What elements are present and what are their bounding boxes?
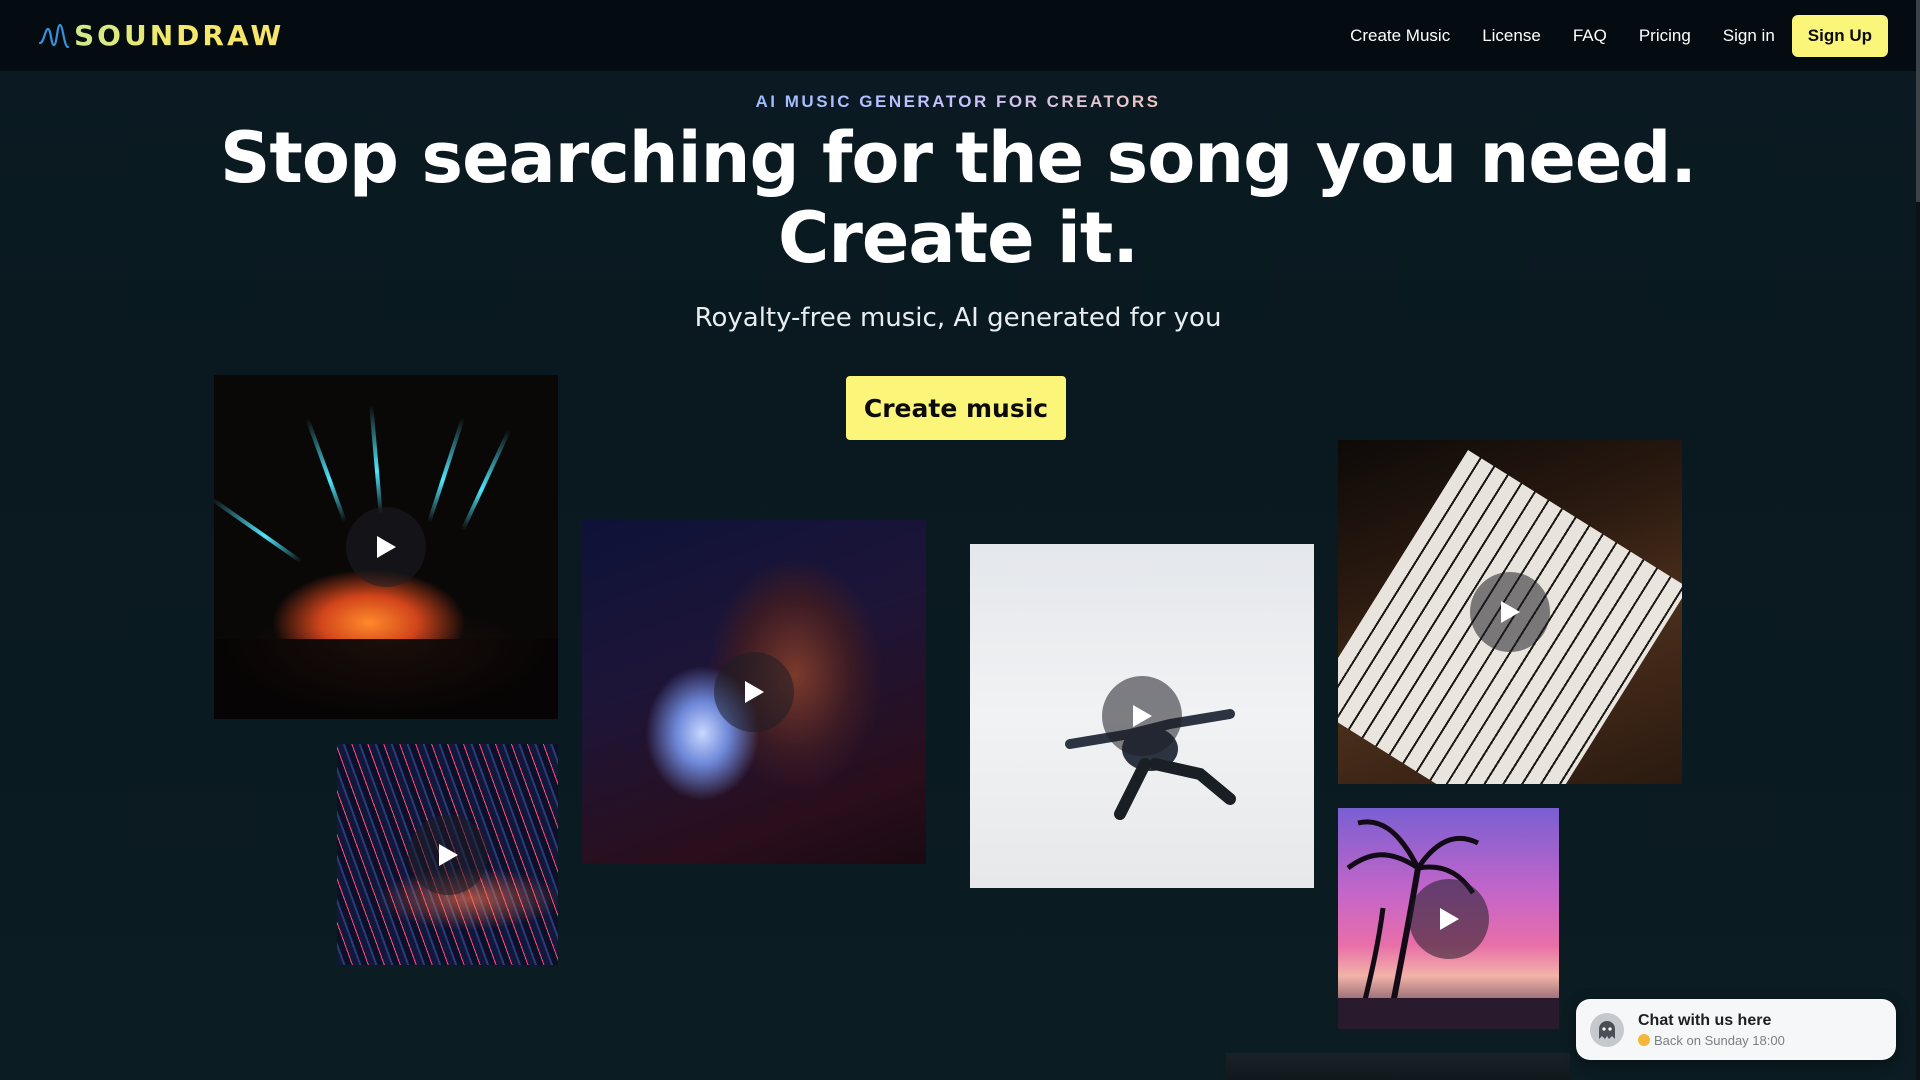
- chat-status: Back on Sunday 18:00: [1638, 1033, 1785, 1048]
- headline-line-2: Create it.: [778, 197, 1139, 279]
- nav-license[interactable]: License: [1482, 26, 1541, 46]
- play-icon: [1501, 601, 1520, 623]
- nav-create-music[interactable]: Create Music: [1350, 26, 1450, 46]
- logo-text: SOUNDRAW: [74, 19, 285, 52]
- waveform-icon: [38, 23, 70, 48]
- scrollbar-thumb[interactable]: [1916, 0, 1920, 202]
- play-icon: [438, 843, 458, 866]
- hero-eyebrow: AI MUSIC GENERATOR FOR CREATORS: [0, 92, 1916, 112]
- play-button[interactable]: [407, 814, 488, 895]
- piano-tile[interactable]: [1338, 440, 1682, 784]
- logo[interactable]: SOUNDRAW: [38, 19, 284, 52]
- disco-ball-tile[interactable]: [582, 520, 926, 864]
- hero-headline: Stop searching for the song you need. Cr…: [0, 118, 1916, 278]
- nav-pricing[interactable]: Pricing: [1639, 26, 1691, 46]
- nav-sign-in[interactable]: Sign in: [1723, 26, 1775, 46]
- site-header: SOUNDRAW Create Music License FAQ Pricin…: [0, 0, 1916, 71]
- dancer-tile[interactable]: [970, 544, 1314, 888]
- page: SOUNDRAW Create Music License FAQ Pricin…: [0, 0, 1920, 1080]
- palm-sunset-tile[interactable]: [1338, 808, 1559, 1029]
- play-icon: [1439, 907, 1459, 930]
- sign-up-button[interactable]: Sign Up: [1791, 14, 1888, 57]
- partial-tile[interactable]: [1226, 1053, 1570, 1080]
- hero-subhead: Royalty-free music, AI generated for you: [694, 303, 1222, 333]
- chat-widget[interactable]: Chat with us here Back on Sunday 18:00: [1576, 999, 1896, 1060]
- play-button[interactable]: [346, 507, 426, 587]
- play-icon: [377, 536, 396, 558]
- play-icon: [1133, 705, 1152, 727]
- play-button[interactable]: [1470, 572, 1550, 652]
- ghost-icon: [1599, 1020, 1615, 1039]
- chat-title: Chat with us here: [1638, 1011, 1772, 1029]
- play-button[interactable]: [1102, 676, 1182, 756]
- create-music-button[interactable]: Create music: [846, 376, 1066, 440]
- nav-faq[interactable]: FAQ: [1573, 26, 1607, 46]
- scrollbar[interactable]: [1916, 0, 1920, 1080]
- concert-lights-tile[interactable]: [214, 375, 558, 719]
- city-night-tile[interactable]: [337, 744, 558, 965]
- status-clock-icon: [1638, 1034, 1650, 1046]
- play-button[interactable]: [714, 652, 794, 732]
- chat-status-text: Back on Sunday 18:00: [1654, 1032, 1785, 1048]
- headline-line-1: Stop searching for the song you need.: [219, 117, 1697, 199]
- play-icon: [745, 681, 764, 703]
- play-button[interactable]: [1408, 878, 1489, 959]
- chat-avatar: [1590, 1012, 1624, 1047]
- main-nav: Create Music License FAQ Pricing Sign in…: [1318, 14, 1888, 57]
